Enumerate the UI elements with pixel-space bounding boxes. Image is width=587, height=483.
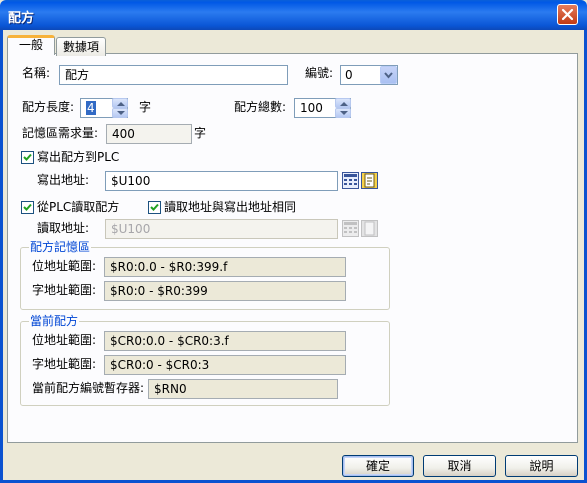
recipe-length-label: 配方長度: bbox=[22, 100, 75, 114]
chevron-down-icon bbox=[384, 72, 393, 79]
current-register-label: 當前配方編號暫存器: bbox=[32, 381, 145, 395]
same-address-checkbox[interactable] bbox=[148, 201, 161, 214]
arrow-down-icon bbox=[117, 111, 125, 115]
memory-bit-range-value: $R0:0.0 - $R0:399.f bbox=[104, 257, 346, 277]
current-register-value: $RN0 bbox=[148, 379, 338, 399]
write-address-keypad-button[interactable] bbox=[342, 172, 359, 189]
memory-requirement-value: 400 bbox=[106, 124, 192, 144]
name-input[interactable]: 配方 bbox=[59, 65, 288, 85]
address-browse-icon bbox=[361, 172, 378, 189]
cancel-button[interactable]: 取消 bbox=[423, 455, 496, 477]
recipe-total-value: 100 bbox=[300, 101, 323, 115]
number-label: 編號: bbox=[305, 66, 334, 80]
read-from-plc-checkbox[interactable] bbox=[21, 201, 34, 214]
number-dropdown-button[interactable] bbox=[380, 66, 397, 84]
arrow-up-icon bbox=[117, 102, 125, 106]
same-address-label[interactable]: 讀取地址與寫出地址相同 bbox=[164, 197, 296, 217]
help-button[interactable]: 說明 bbox=[505, 455, 578, 477]
write-to-plc-label[interactable]: 寫出配方到PLC bbox=[37, 147, 119, 167]
write-address-label: 寫出地址: bbox=[37, 173, 90, 187]
memory-unit: 字 bbox=[194, 126, 207, 140]
current-word-range-value: $CR0:0 - $CR0:3 bbox=[104, 355, 346, 375]
tab-data-items[interactable]: 數據項 bbox=[56, 37, 106, 56]
memory-requirement-label: 記憶區需求量: bbox=[22, 126, 99, 140]
address-browse-icon bbox=[361, 220, 378, 237]
recipe-length-value: 4 bbox=[86, 101, 96, 115]
spin-down-button[interactable] bbox=[335, 108, 351, 118]
current-bit-range-value: $CR0:0.0 - $CR0:3.f bbox=[104, 331, 346, 351]
arrow-up-icon bbox=[340, 102, 348, 106]
checkmark-icon bbox=[23, 153, 32, 161]
recipe-memory-title: 配方記憶區 bbox=[29, 240, 92, 254]
close-button[interactable] bbox=[557, 4, 578, 25]
close-icon bbox=[561, 8, 574, 21]
write-address-input[interactable]: $U100 bbox=[105, 171, 338, 191]
current-bit-range-label: 位地址範圍: bbox=[32, 333, 97, 347]
checkmark-icon bbox=[23, 203, 32, 211]
read-address-browse-button bbox=[361, 220, 378, 237]
spin-up-button[interactable] bbox=[335, 98, 351, 108]
recipe-total-label: 配方總數: bbox=[234, 100, 287, 114]
window-title: 配方 bbox=[8, 11, 35, 26]
keypad-icon bbox=[342, 220, 359, 237]
checkmark-icon bbox=[150, 203, 159, 211]
ok-button[interactable]: 確定 bbox=[342, 455, 414, 477]
memory-word-range-label: 字地址範圍: bbox=[32, 283, 97, 297]
spin-down-button[interactable] bbox=[112, 108, 128, 118]
number-select-value: 0 bbox=[345, 68, 353, 82]
recipe-length-unit: 字 bbox=[139, 100, 152, 114]
spin-up-button[interactable] bbox=[112, 98, 128, 108]
recipe-total-spinner[interactable] bbox=[335, 98, 351, 118]
read-address-keypad-button bbox=[342, 220, 359, 237]
read-address-input: $U100 bbox=[105, 219, 338, 239]
tab-general[interactable]: 一般 bbox=[7, 35, 55, 55]
memory-bit-range-label: 位地址範圍: bbox=[32, 259, 97, 273]
memory-word-range-value: $R0:0 - $R0:399 bbox=[104, 281, 346, 301]
keypad-icon bbox=[342, 172, 359, 189]
read-from-plc-label[interactable]: 從PLC讀取配方 bbox=[37, 197, 119, 217]
arrow-down-icon bbox=[340, 111, 348, 115]
write-address-browse-button[interactable] bbox=[361, 172, 378, 189]
current-recipe-title: 當前配方 bbox=[29, 314, 80, 328]
title-bar[interactable] bbox=[0, 0, 587, 30]
read-address-label: 讀取地址: bbox=[37, 221, 90, 235]
current-word-range-label: 字地址範圍: bbox=[32, 357, 97, 371]
write-to-plc-checkbox[interactable] bbox=[21, 151, 34, 164]
recipe-length-spinner[interactable] bbox=[112, 98, 128, 118]
name-label: 名稱: bbox=[22, 66, 51, 80]
